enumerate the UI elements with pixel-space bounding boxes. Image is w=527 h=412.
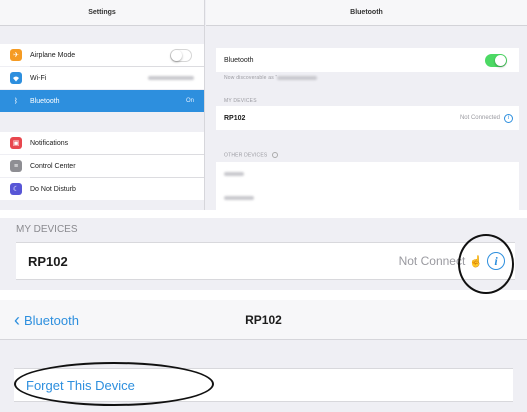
sidebar-item-label: Do Not Disturb xyxy=(30,185,76,193)
sidebar-item-airplane-mode[interactable]: ✈ Airplane Mode xyxy=(0,44,204,66)
settings-sidebar: Settings ✈ Airplane Mode Wi-Fi ᛒ Bluetoo… xyxy=(0,0,205,210)
sidebar-item-label: Bluetooth xyxy=(30,97,60,105)
airplane-mode-toggle[interactable] xyxy=(170,48,192,62)
settings-title: Settings xyxy=(0,0,204,26)
wifi-network-redacted xyxy=(148,76,194,80)
device-row-rp102[interactable]: RP102 Not Connected i xyxy=(216,106,519,130)
spinner-icon xyxy=(272,152,279,158)
bluetooth-status: On xyxy=(185,98,194,104)
moon-icon: ☾ xyxy=(10,183,22,195)
other-device-row[interactable] xyxy=(216,162,519,186)
sidebar-item-bluetooth[interactable]: ᛒ Bluetooth On xyxy=(0,90,204,112)
notifications-icon: ▣ xyxy=(10,137,22,149)
discoverable-text: Now discoverable as “ xyxy=(224,75,318,81)
device-status: Not Connected xyxy=(459,115,500,121)
nav-bar: ‹ Bluetooth RP102 xyxy=(0,300,527,340)
ipad-settings-screenshot: Settings ✈ Airplane Mode Wi-Fi ᛒ Bluetoo… xyxy=(0,0,527,210)
highlight-circle xyxy=(458,234,514,294)
control-center-icon: ≡ xyxy=(10,160,22,172)
sidebar-item-notifications[interactable]: ▣ Notifications xyxy=(0,132,204,154)
device-row-rp102[interactable]: RP102 Not Connect ☝ i xyxy=(16,242,515,280)
sidebar-item-control-center[interactable]: ≡ Control Center xyxy=(0,155,204,177)
sidebar-item-label: Control Center xyxy=(30,162,76,170)
my-devices-header: MY DEVICES xyxy=(224,98,257,104)
sidebar-item-wifi[interactable]: Wi-Fi xyxy=(0,67,204,89)
redacted-device-name xyxy=(224,196,254,200)
my-devices-header: MY DEVICES xyxy=(16,224,78,235)
bluetooth-label: Bluetooth xyxy=(224,56,254,64)
page-title: RP102 xyxy=(245,313,282,327)
redacted-device-name xyxy=(224,172,244,176)
sidebar-item-label: Wi-Fi xyxy=(30,74,47,82)
bluetooth-pane-title: Bluetooth xyxy=(206,0,527,26)
sidebar-item-label: Notifications xyxy=(30,139,69,147)
bluetooth-toggle[interactable] xyxy=(485,53,507,67)
bluetooth-toggle-row: Bluetooth xyxy=(216,48,519,72)
device-name: RP102 xyxy=(224,114,246,122)
sidebar-item-do-not-disturb[interactable]: ☾ Do Not Disturb xyxy=(0,178,204,200)
highlight-ellipse xyxy=(14,362,214,406)
other-device-row[interactable] xyxy=(216,186,519,210)
bluetooth-detail-pane: Bluetooth Bluetooth Now discoverable as … xyxy=(206,0,527,210)
other-devices-header: OTHER DEVICES xyxy=(224,152,279,158)
airplane-icon: ✈ xyxy=(10,49,22,61)
info-icon[interactable]: i xyxy=(504,113,513,123)
wifi-icon xyxy=(10,72,22,84)
bluetooth-icon: ᛒ xyxy=(10,95,22,107)
device-status: Not Connect xyxy=(398,254,466,268)
device-name: RP102 xyxy=(28,253,68,269)
my-devices-zoom-panel: MY DEVICES RP102 Not Connect ☝ i xyxy=(0,218,527,290)
sidebar-item-label: Airplane Mode xyxy=(30,51,76,59)
